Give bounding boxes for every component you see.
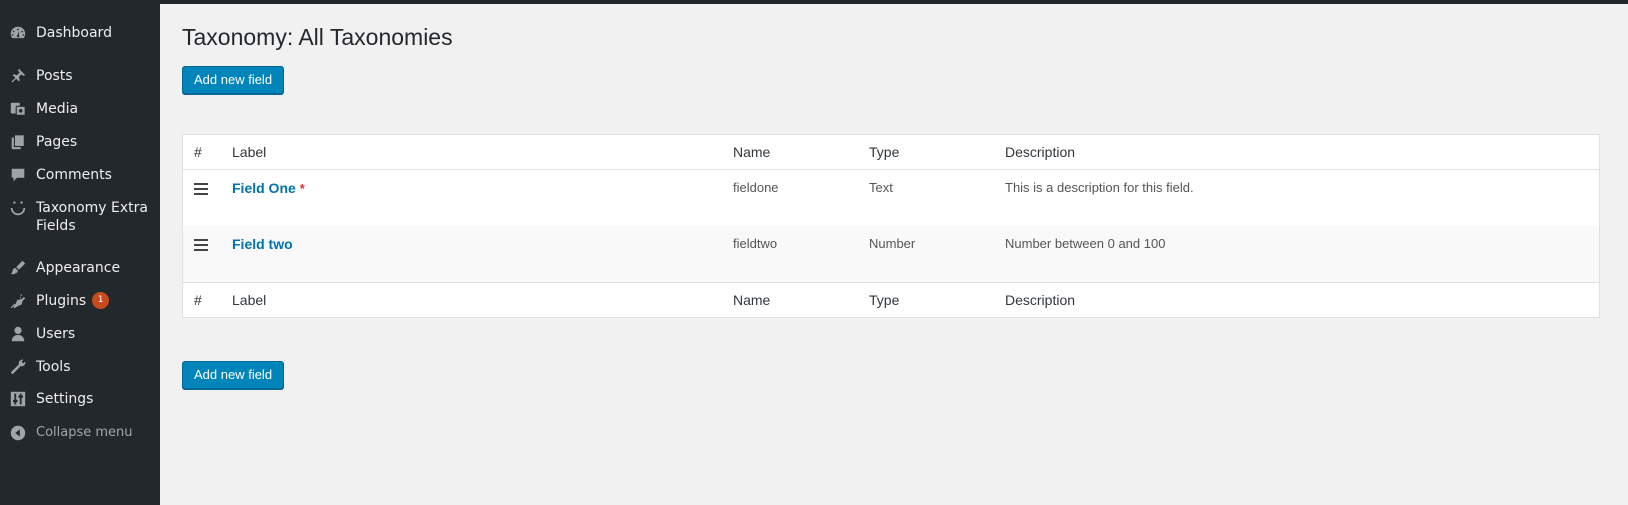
pin-icon bbox=[8, 66, 28, 86]
sidebar-item-users[interactable]: Users bbox=[0, 324, 160, 344]
sidebar-item-label: Posts bbox=[36, 68, 73, 84]
required-marker: * bbox=[299, 181, 305, 196]
sidebar-item-dashboard[interactable]: Dashboard bbox=[0, 23, 160, 43]
add-new-field-button-top[interactable]: Add new field bbox=[182, 66, 285, 94]
column-header-order: # bbox=[194, 144, 202, 160]
table-footer-row: # Label Name Type Description bbox=[183, 282, 1599, 317]
sidebar-item-label: Comments bbox=[36, 167, 112, 183]
sidebar-item-label: Taxonomy Extra Fields bbox=[36, 200, 148, 234]
field-description-cell: This is a description for this field. bbox=[1005, 180, 1194, 195]
sidebar-item-label: Media bbox=[36, 101, 79, 117]
table-row: Field two fieldtwo Number Number between… bbox=[183, 226, 1599, 282]
pages-icon bbox=[8, 132, 28, 152]
column-footer-type: Type bbox=[869, 292, 900, 308]
admin-sidebar: Dashboard Posts Media Pages Comments Tax… bbox=[0, 0, 160, 505]
sidebar-item-plugins[interactable]: Plugins 1 bbox=[0, 291, 160, 311]
sidebar-item-taxonomy-extra-fields[interactable]: Taxonomy Extra Fields bbox=[0, 198, 160, 235]
wrench-icon bbox=[8, 357, 28, 377]
sidebar-item-comments[interactable]: Comments bbox=[0, 165, 160, 185]
sidebar-item-settings[interactable]: Settings bbox=[0, 389, 160, 409]
sidebar-item-tools[interactable]: Tools bbox=[0, 357, 160, 377]
collapse-menu-label: Collapse menu bbox=[36, 425, 133, 440]
field-name-cell: fieldtwo bbox=[733, 236, 778, 251]
column-header-type: Type bbox=[869, 144, 900, 160]
column-footer-description: Description bbox=[1005, 292, 1076, 308]
column-footer-order: # bbox=[194, 292, 202, 308]
collapse-icon bbox=[8, 423, 28, 443]
field-name-cell: fieldone bbox=[733, 180, 779, 195]
field-type-cell: Number bbox=[869, 236, 916, 251]
sidebar-item-label: Users bbox=[36, 326, 76, 342]
update-count-badge: 1 bbox=[92, 291, 110, 309]
fields-table: # Label Name Type Description Field One *… bbox=[182, 134, 1600, 318]
dashboard-icon bbox=[8, 23, 28, 43]
add-new-field-button-bottom[interactable]: Add new field bbox=[182, 361, 285, 389]
user-icon bbox=[8, 324, 28, 344]
main-content: Taxonomy: All Taxonomies Add new field #… bbox=[160, 4, 1628, 505]
sidebar-item-pages[interactable]: Pages bbox=[0, 132, 160, 152]
sidebar-item-label: Tools bbox=[36, 359, 71, 375]
drag-handle-icon[interactable] bbox=[194, 239, 208, 251]
field-type-cell: Text bbox=[869, 180, 893, 195]
page-title: Taxonomy: All Taxonomies bbox=[182, 24, 453, 50]
table-row: Field One * fieldone Text This is a descr… bbox=[183, 170, 1599, 226]
sidebar-item-label: Pages bbox=[36, 134, 78, 150]
sidebar-item-label: Appearance bbox=[36, 260, 121, 276]
column-header-label: Label bbox=[232, 144, 267, 160]
sidebar-item-label: Plugins 1 bbox=[36, 291, 110, 310]
settings-icon bbox=[8, 389, 28, 409]
drag-handle-icon[interactable] bbox=[194, 183, 208, 195]
sidebar-item-label: Settings bbox=[36, 391, 94, 407]
field-edit-link[interactable]: Field two bbox=[232, 236, 293, 252]
field-label-cell: Field two bbox=[232, 236, 293, 252]
sidebar-item-label: Dashboard bbox=[36, 25, 112, 41]
media-icon bbox=[8, 99, 28, 119]
column-header-name: Name bbox=[733, 144, 771, 160]
plugin-icon bbox=[8, 291, 28, 311]
field-edit-link[interactable]: Field One bbox=[232, 180, 296, 196]
sidebar-item-appearance[interactable]: Appearance bbox=[0, 258, 160, 278]
comment-icon bbox=[8, 165, 28, 185]
collapse-menu-button[interactable]: Collapse menu bbox=[0, 423, 160, 443]
field-label-cell: Field One * bbox=[232, 180, 305, 196]
column-footer-name: Name bbox=[733, 292, 771, 308]
field-description-cell: Number between 0 and 100 bbox=[1005, 236, 1166, 251]
column-footer-label: Label bbox=[232, 292, 267, 308]
table-header-row: # Label Name Type Description bbox=[183, 135, 1599, 170]
smiley-icon bbox=[8, 198, 28, 218]
brush-icon bbox=[8, 258, 28, 278]
column-header-description: Description bbox=[1005, 144, 1076, 160]
sidebar-item-media[interactable]: Media bbox=[0, 99, 160, 119]
sidebar-item-posts[interactable]: Posts bbox=[0, 66, 160, 86]
